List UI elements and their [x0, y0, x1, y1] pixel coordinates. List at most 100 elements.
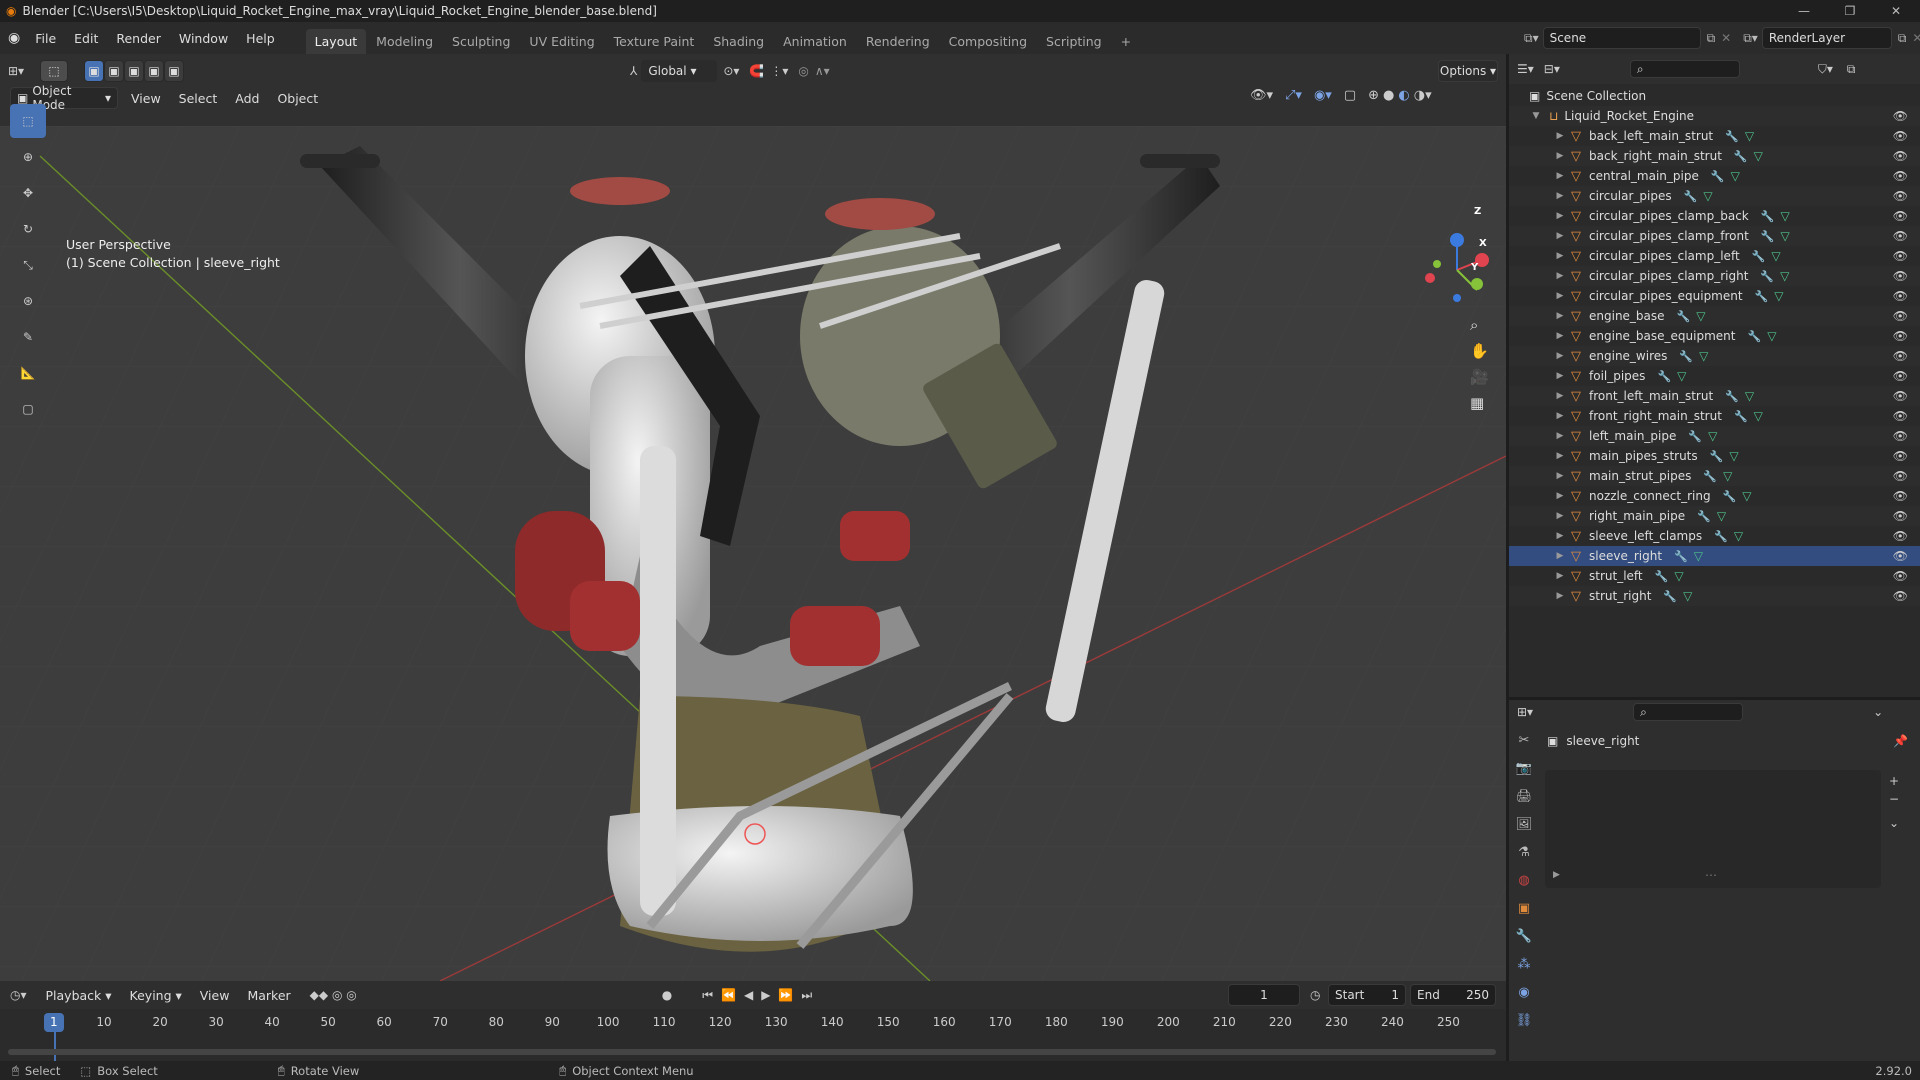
- jump-start-icon[interactable]: ⏮: [702, 988, 713, 1003]
- eye-icon[interactable]: 👁: [1893, 189, 1908, 203]
- mesh-data-icon[interactable]: ▽: [1774, 289, 1783, 303]
- mesh-data-icon[interactable]: ▽: [1780, 269, 1789, 283]
- modifier-wrench-icon[interactable]: 🔧: [1734, 410, 1748, 423]
- properties-search-input[interactable]: ⌕: [1633, 703, 1744, 721]
- falloff-icon[interactable]: ∧▾: [815, 64, 830, 78]
- delete-scene-icon[interactable]: ✕: [1721, 31, 1731, 45]
- tab-modeling[interactable]: Modeling: [367, 29, 442, 54]
- overlay-icon[interactable]: ◉▾: [1314, 88, 1332, 103]
- menu-object[interactable]: Object: [268, 91, 327, 106]
- select-new-icon[interactable]: ▣: [84, 60, 105, 82]
- outliner-row[interactable]: ▶ ▽ engine_wires 🔧 ▽ 👁: [1509, 346, 1920, 366]
- select-tool-icon[interactable]: ⬚: [40, 60, 69, 82]
- modifier-wrench-icon[interactable]: 🔧: [1679, 350, 1693, 363]
- add-workspace-button[interactable]: +: [1112, 29, 1140, 54]
- pan-hand-icon[interactable]: ✋: [1470, 342, 1489, 360]
- modifier-wrench-icon[interactable]: 🔧: [1688, 430, 1702, 443]
- mesh-data-icon[interactable]: ▽: [1694, 549, 1703, 563]
- scene-tab-icon[interactable]: ⚗: [1514, 842, 1534, 862]
- measure-icon[interactable]: 📐: [10, 356, 46, 390]
- expand-right-icon[interactable]: ▶: [1553, 870, 1560, 880]
- expand-right-icon[interactable]: ▶: [1553, 331, 1567, 341]
- modifier-wrench-icon[interactable]: 🔧: [1755, 290, 1769, 303]
- eye-icon[interactable]: 👁: [1893, 109, 1908, 123]
- move-icon[interactable]: ✥: [10, 176, 46, 210]
- mesh-data-icon[interactable]: ▽: [1745, 129, 1754, 143]
- select-extend-icon[interactable]: ▣: [104, 60, 125, 82]
- tab-compositing[interactable]: Compositing: [940, 29, 1036, 54]
- prev-key-icon[interactable]: ⏪: [721, 988, 736, 1002]
- expand-right-icon[interactable]: ▶: [1553, 311, 1567, 321]
- tab-shading[interactable]: Shading: [704, 29, 773, 54]
- outliner-search-input[interactable]: ⌕: [1629, 60, 1740, 78]
- properties-editor-icon[interactable]: ⊞▾: [1517, 705, 1533, 719]
- start-frame-field[interactable]: Start 1: [1328, 984, 1406, 1006]
- mesh-data-icon[interactable]: ▽: [1745, 389, 1754, 403]
- modifier-wrench-icon[interactable]: 🔧: [1723, 490, 1737, 503]
- physics-tab-icon[interactable]: ◉: [1514, 982, 1534, 1002]
- modifier-wrench-icon[interactable]: 🔧: [1697, 510, 1711, 523]
- particles-tab-icon[interactable]: ⁂: [1514, 954, 1534, 974]
- tab-sculpting[interactable]: Sculpting: [443, 29, 519, 54]
- timeline-editor-icon[interactable]: ◷▾: [10, 988, 27, 1002]
- expand-right-icon[interactable]: ▶: [1553, 131, 1567, 141]
- add-slot-icon[interactable]: +: [1889, 774, 1899, 788]
- outliner-row[interactable]: ▶ ▽ sleeve_right 🔧 ▽ 👁: [1509, 546, 1920, 566]
- new-scene-icon[interactable]: ⧉: [1707, 31, 1716, 46]
- rotate-icon[interactable]: ↻: [10, 212, 46, 246]
- menu-help[interactable]: Help: [237, 31, 284, 46]
- eye-icon[interactable]: 👁: [1893, 249, 1908, 263]
- modifier-wrench-icon[interactable]: 🔧: [1657, 370, 1671, 383]
- expand-right-icon[interactable]: ▶: [1553, 171, 1567, 181]
- eye-icon[interactable]: 👁: [1893, 349, 1908, 363]
- expand-right-icon[interactable]: ▶: [1553, 431, 1567, 441]
- keyframe-icons[interactable]: ◆◆ ◎ ◎: [310, 988, 357, 1002]
- transform-icon[interactable]: ⊛: [10, 284, 46, 318]
- play-icon[interactable]: ▶: [761, 988, 770, 1002]
- modifier-wrench-icon[interactable]: 🔧: [1747, 330, 1761, 343]
- expand-right-icon[interactable]: ▶: [1553, 411, 1567, 421]
- tab-texture-paint[interactable]: Texture Paint: [605, 29, 704, 54]
- expand-right-icon[interactable]: ▶: [1553, 491, 1567, 501]
- shading-rendered-icon[interactable]: ◑▾: [1414, 88, 1432, 103]
- outliner-row[interactable]: ▶ ▽ foil_pipes 🔧 ▽ 👁: [1509, 366, 1920, 386]
- outliner-row[interactable]: ▶ ▽ circular_pipes_clamp_back 🔧 ▽ 👁: [1509, 206, 1920, 226]
- outliner-row[interactable]: ▶ ▽ front_right_main_strut 🔧 ▽ 👁: [1509, 406, 1920, 426]
- eye-icon[interactable]: 👁: [1893, 329, 1908, 343]
- mesh-data-icon[interactable]: ▽: [1742, 489, 1751, 503]
- close-icon[interactable]: ✕: [1876, 0, 1916, 22]
- menu-view[interactable]: View: [122, 91, 170, 106]
- outliner-row[interactable]: ▶ ▽ main_strut_pipes 🔧 ▽ 👁: [1509, 466, 1920, 486]
- grid-ortho-icon[interactable]: ▦: [1470, 394, 1489, 412]
- outliner-row[interactable]: ▶ ▽ back_left_main_strut 🔧 ▽ 👁: [1509, 126, 1920, 146]
- expand-right-icon[interactable]: ▶: [1553, 371, 1567, 381]
- pin-icon[interactable]: 📌: [1893, 734, 1908, 748]
- tab-layout[interactable]: Layout: [305, 29, 367, 54]
- eye-icon[interactable]: 👁: [1893, 369, 1908, 383]
- constraints-tab-icon[interactable]: ⛓: [1514, 1010, 1534, 1030]
- current-frame-field[interactable]: 1: [1228, 984, 1300, 1006]
- mesh-data-icon[interactable]: ▽: [1771, 249, 1780, 263]
- add-cube-icon[interactable]: ▢: [10, 392, 46, 426]
- expand-right-icon[interactable]: ▶: [1553, 571, 1567, 581]
- menu-add[interactable]: Add: [226, 91, 268, 106]
- delete-view-layer-icon[interactable]: ✕: [1912, 31, 1920, 45]
- eye-icon[interactable]: 👁: [1893, 309, 1908, 323]
- modifier-tab-icon[interactable]: 🔧: [1514, 926, 1534, 946]
- maximize-icon[interactable]: ❐: [1830, 0, 1870, 22]
- material-slot-list[interactable]: ▶ ⋯: [1545, 770, 1881, 888]
- mesh-data-icon[interactable]: ▽: [1734, 529, 1743, 543]
- tab-scripting[interactable]: Scripting: [1037, 29, 1111, 54]
- expand-right-icon[interactable]: ▶: [1553, 231, 1567, 241]
- eye-icon[interactable]: 👁: [1893, 209, 1908, 223]
- outliner-row[interactable]: ▶ ▽ strut_left 🔧 ▽ 👁: [1509, 566, 1920, 586]
- modifier-wrench-icon[interactable]: 🔧: [1760, 270, 1774, 283]
- eye-icon[interactable]: 👁: [1893, 289, 1908, 303]
- expand-right-icon[interactable]: ▶: [1553, 211, 1567, 221]
- mesh-data-icon[interactable]: ▽: [1729, 449, 1738, 463]
- menu-playback[interactable]: Playback ▾: [37, 988, 121, 1003]
- remove-slot-icon[interactable]: −: [1889, 792, 1899, 806]
- eye-icon[interactable]: 👁: [1893, 429, 1908, 443]
- eye-icon[interactable]: 👁: [1893, 129, 1908, 143]
- mesh-data-icon[interactable]: ▽: [1708, 429, 1717, 443]
